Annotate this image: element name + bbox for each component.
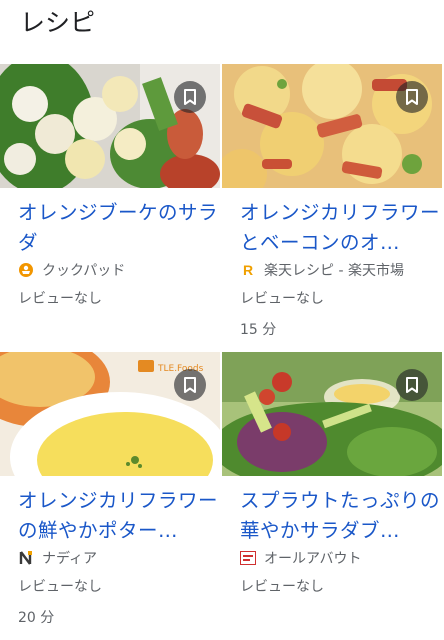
rakuten-logo-icon: R (240, 262, 256, 278)
recipe-source: ナディア (18, 548, 97, 568)
recipe-time: 15 分 (240, 322, 277, 338)
bookmark-icon (406, 377, 418, 393)
recipe-card[interactable]: オレンジブーケのサラダ クックパッド レビューなし (0, 64, 220, 307)
recipe-card[interactable]: スプラウトたっぷりの華やかサラダブ… オールアバウト レビューなし (222, 352, 442, 595)
recipe-card[interactable]: TLE.Foods オレンジカリフラワーの鮮やかポター… ナディア レビューなし… (0, 352, 220, 626)
nadia-logo-icon (18, 550, 34, 566)
cookpad-logo-icon (18, 262, 34, 278)
bookmark-button[interactable] (174, 81, 206, 113)
recipe-reviews: レビューなし (18, 579, 102, 595)
recipe-source-label: オールアバウト (264, 551, 362, 567)
recipe-title[interactable]: オレンジカリフラワーとベーコンのオ… (240, 198, 440, 258)
recipe-reviews: レビューなし (18, 291, 102, 307)
recipe-card[interactable]: オレンジカリフラワーとベーコンのオ… R 楽天レシピ - 楽天市場 レビューなし… (222, 64, 442, 338)
bookmark-button[interactable] (396, 81, 428, 113)
recipe-thumbnail[interactable] (222, 64, 442, 188)
bookmark-button[interactable] (396, 369, 428, 401)
bookmark-icon (184, 377, 196, 393)
recipe-thumbnail[interactable] (222, 352, 442, 476)
bookmark-button[interactable] (174, 369, 206, 401)
recipe-time: 20 分 (18, 610, 55, 626)
recipe-title[interactable]: スプラウトたっぷりの華やかサラダブ… (240, 486, 440, 546)
section-title: レシピ (20, 8, 96, 37)
recipe-reviews: レビューなし (240, 579, 324, 595)
bookmark-icon (184, 89, 196, 105)
recipe-thumbnail[interactable]: TLE.Foods (0, 352, 220, 476)
recipe-reviews: レビューなし (240, 291, 324, 307)
recipe-source-label: ナディア (42, 551, 98, 567)
recipe-source-label: クックパッド (42, 263, 126, 279)
recipe-source: R 楽天レシピ - 楽天市場 (240, 260, 404, 280)
recipe-title[interactable]: オレンジカリフラワーの鮮やかポター… (18, 486, 218, 546)
allabout-logo-icon (240, 550, 256, 566)
recipe-source: クックパッド (18, 260, 125, 280)
recipe-thumbnail[interactable] (0, 64, 220, 188)
bookmark-icon (406, 89, 418, 105)
recipe-source-label: 楽天レシピ - 楽天市場 (264, 263, 404, 279)
svg-text:R: R (243, 262, 253, 278)
recipe-title[interactable]: オレンジブーケのサラダ (18, 198, 218, 258)
recipe-source: オールアバウト (240, 548, 361, 568)
